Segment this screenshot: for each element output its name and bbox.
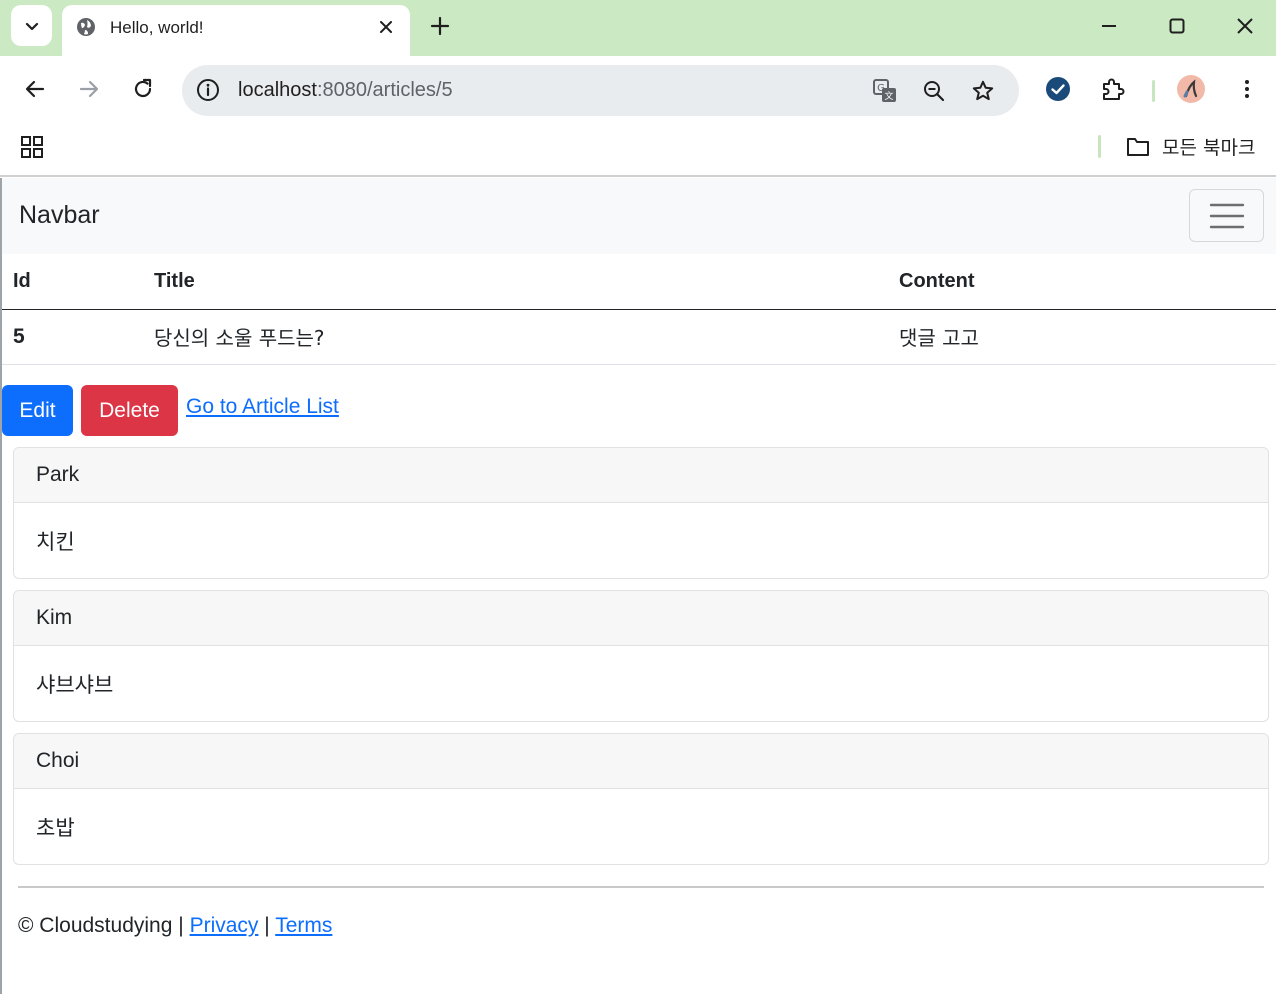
comment-body: 샤브샤브 <box>36 672 114 697</box>
check-circle-icon <box>1046 77 1070 101</box>
reload-icon <box>134 78 152 98</box>
extension-check-button[interactable] <box>1043 74 1073 104</box>
toolbar-divider <box>1152 80 1155 102</box>
tab-search-button[interactable] <box>11 5 52 46</box>
navbar-toggler-button[interactable] <box>1189 189 1264 242</box>
svg-text:文: 文 <box>884 90 893 102</box>
table-header-row: Id Title Content <box>2 254 1276 310</box>
tab-strip: Hello, world! <box>0 0 1276 56</box>
comment-body: 초밥 <box>36 815 75 840</box>
edit-button[interactable]: Edit <box>2 385 73 436</box>
comment-card: Choi 초밥 <box>13 733 1269 865</box>
reload-button[interactable] <box>128 74 158 104</box>
footer-separator: | <box>178 914 184 937</box>
puzzle-icon <box>1103 78 1125 100</box>
window-close-button[interactable] <box>1231 12 1259 40</box>
bookmarks-divider <box>1098 135 1101 158</box>
folder-icon[interactable] <box>1126 136 1150 158</box>
new-tab-button[interactable] <box>426 12 454 40</box>
comment-card: Kim 샤브샤브 <box>13 590 1269 722</box>
chevron-down-icon <box>25 22 38 30</box>
privacy-link[interactable]: Privacy <box>190 914 259 937</box>
comment-card: Park 치킨 <box>13 447 1269 579</box>
more-vertical-icon <box>1245 80 1249 98</box>
plus-icon <box>430 16 450 36</box>
navbar: Navbar <box>2 178 1276 254</box>
url-text: localhost:8080/articles/5 <box>238 79 453 101</box>
arrow-right-icon <box>79 80 99 98</box>
footer-divider <box>18 886 1264 888</box>
hamburger-menu-icon <box>1209 203 1244 228</box>
terms-link[interactable]: Terms <box>275 914 332 937</box>
tab-close-button[interactable] <box>374 15 398 39</box>
avatar <box>1177 75 1205 103</box>
browser-tab[interactable]: Hello, world! <box>62 5 410 56</box>
footer-separator: | <box>264 914 270 937</box>
close-icon <box>380 21 392 33</box>
profile-avatar-button[interactable] <box>1176 74 1206 104</box>
star-icon <box>972 80 994 101</box>
comment-nickname: Park <box>14 448 1268 503</box>
arrow-left-icon <box>25 80 45 98</box>
article-id: 5 <box>2 309 143 365</box>
article-list-link[interactable]: Go to Article List <box>186 395 339 419</box>
address-bar[interactable]: localhost:8080/articles/5 G文 <box>182 65 1019 116</box>
close-icon <box>1237 18 1253 34</box>
comment-body: 치킨 <box>36 529 75 554</box>
translate-button[interactable]: G文 <box>871 77 899 105</box>
table-row: 5 당신의 소울 푸드는? 댓글 고고 <box>2 309 1276 365</box>
zoom-button[interactable] <box>920 77 948 105</box>
globe-icon <box>77 18 95 36</box>
column-header-id: Id <box>2 254 143 310</box>
copyright-text: © Cloudstudying <box>18 914 173 937</box>
comment-nickname: Kim <box>14 591 1268 646</box>
site-info-icon[interactable] <box>196 78 220 102</box>
article-title: 당신의 소울 푸드는? <box>143 309 888 365</box>
page-content: Navbar Id Title Content 5 당신의 소울 푸드는? 댓글… <box>2 178 1276 994</box>
article-content: 댓글 고고 <box>888 309 1276 365</box>
apps-grid-icon[interactable] <box>20 135 44 159</box>
zoom-out-icon <box>924 81 945 102</box>
delete-button[interactable]: Delete <box>81 385 178 436</box>
bookmarks-bar: 모든 북마크 <box>0 126 1276 177</box>
browser-menu-button[interactable] <box>1232 74 1262 104</box>
all-bookmarks-button[interactable]: 모든 북마크 <box>1162 133 1255 160</box>
forward-button[interactable] <box>74 74 104 104</box>
navbar-brand[interactable]: Navbar <box>19 201 100 230</box>
article-table: Id Title Content 5 당신의 소울 푸드는? 댓글 고고 <box>2 254 1276 365</box>
maximize-icon <box>1169 18 1185 34</box>
comment-nickname: Choi <box>14 734 1268 789</box>
column-header-title: Title <box>143 254 888 310</box>
minimize-button[interactable] <box>1095 12 1123 40</box>
extensions-button[interactable] <box>1098 74 1128 104</box>
tab-title: Hello, world! <box>110 18 204 37</box>
browser-toolbar: localhost:8080/articles/5 G文 <box>0 56 1276 126</box>
maximize-button[interactable] <box>1163 12 1191 40</box>
minimize-icon <box>1102 25 1116 27</box>
column-header-content: Content <box>888 254 1276 310</box>
footer: © Cloudstudying | Privacy | Terms <box>18 914 332 938</box>
translate-icon: G文 <box>873 79 896 102</box>
bookmark-star-button[interactable] <box>969 77 997 105</box>
back-button[interactable] <box>20 74 50 104</box>
